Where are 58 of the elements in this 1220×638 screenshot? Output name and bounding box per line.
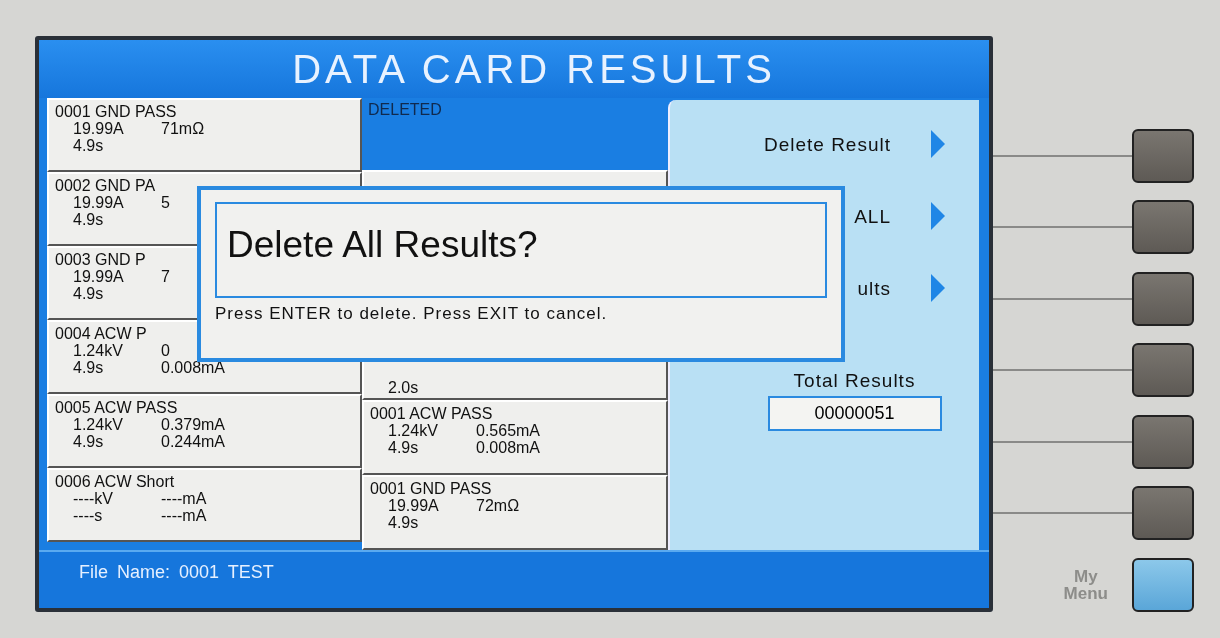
result-header: 0001 GND PASS bbox=[55, 103, 178, 120]
dialog-message: Press ENTER to delete. Press EXIT to cancel. bbox=[215, 304, 609, 324]
result-header: 0004 ACW P bbox=[55, 325, 148, 342]
result-value: 4.9s bbox=[73, 211, 105, 228]
result-value: ----mA bbox=[161, 490, 208, 507]
softkey-button[interactable] bbox=[1132, 128, 1194, 183]
result-header: 0006 ACW Short bbox=[55, 473, 176, 490]
triangle-right-icon bbox=[931, 130, 945, 158]
result-value: 4.9s bbox=[73, 359, 105, 376]
softkey-button[interactable] bbox=[1132, 486, 1194, 541]
result-value: 19.99A bbox=[73, 194, 125, 211]
menu-item[interactable]: Delete Result bbox=[763, 134, 891, 156]
result-value: 0.244mA bbox=[161, 433, 227, 450]
result-value: 72mΩ bbox=[476, 497, 521, 514]
result-header: 0001 GND PASS bbox=[370, 480, 493, 497]
result-value: 0.379mA bbox=[161, 416, 227, 433]
result-value: 1.24kV bbox=[73, 416, 124, 433]
result-value: 4.9s bbox=[388, 514, 420, 531]
result-value: 4.9s bbox=[73, 137, 105, 154]
softkey-button[interactable] bbox=[1132, 414, 1194, 469]
screen-title: DATA CARD RESULTS bbox=[291, 46, 776, 92]
file-name-text: File Name: 0001 TEST bbox=[79, 562, 274, 583]
result-value: 4.9s bbox=[73, 433, 105, 450]
result-header: 0005 ACW PASS bbox=[55, 399, 179, 416]
deleted-text: DELETED bbox=[368, 101, 443, 118]
softkey-button[interactable] bbox=[1132, 271, 1194, 326]
total-value: 00000051 bbox=[767, 396, 942, 431]
triangle-right-icon bbox=[931, 202, 945, 230]
triangle-right-icon bbox=[931, 274, 945, 302]
result-value: 0.008mA bbox=[161, 359, 227, 376]
result-value: 0.008mA bbox=[476, 439, 542, 456]
result-value: ----s bbox=[73, 507, 104, 524]
menu-item[interactable]: ALL bbox=[854, 206, 891, 228]
result-value: ----kV bbox=[73, 490, 114, 507]
menu-item[interactable]: ults bbox=[857, 278, 891, 300]
result-value: 0.565mA bbox=[476, 422, 542, 439]
result-value: ----mA bbox=[161, 507, 208, 524]
result-value: 0 bbox=[161, 342, 171, 359]
result-value: 1.24kV bbox=[73, 342, 124, 359]
result-value: 2.0s bbox=[388, 379, 420, 396]
result-value: 71mΩ bbox=[161, 120, 206, 137]
result-header: 0002 GND PA bbox=[55, 177, 157, 194]
my-menu-button[interactable] bbox=[1132, 557, 1194, 612]
result-value: 19.99A bbox=[73, 120, 125, 137]
result-value: 19.99A bbox=[73, 268, 125, 285]
result-value: 4.9s bbox=[73, 285, 105, 302]
total-label: Total Results bbox=[793, 370, 916, 392]
softkey-button[interactable] bbox=[1132, 200, 1194, 255]
result-value: 4.9s bbox=[388, 439, 420, 456]
softkey-button[interactable] bbox=[1132, 343, 1194, 398]
dialog-title: Delete All Results? bbox=[215, 202, 827, 298]
result-value: 1.24kV bbox=[388, 422, 439, 439]
result-header: 0001 ACW PASS bbox=[370, 405, 494, 422]
result-value: 5 bbox=[161, 194, 171, 211]
result-value: 7 bbox=[161, 268, 171, 285]
key-label: My Menu bbox=[1063, 567, 1108, 602]
result-header: 0003 GND P bbox=[55, 251, 147, 268]
result-value: 19.99A bbox=[388, 497, 440, 514]
